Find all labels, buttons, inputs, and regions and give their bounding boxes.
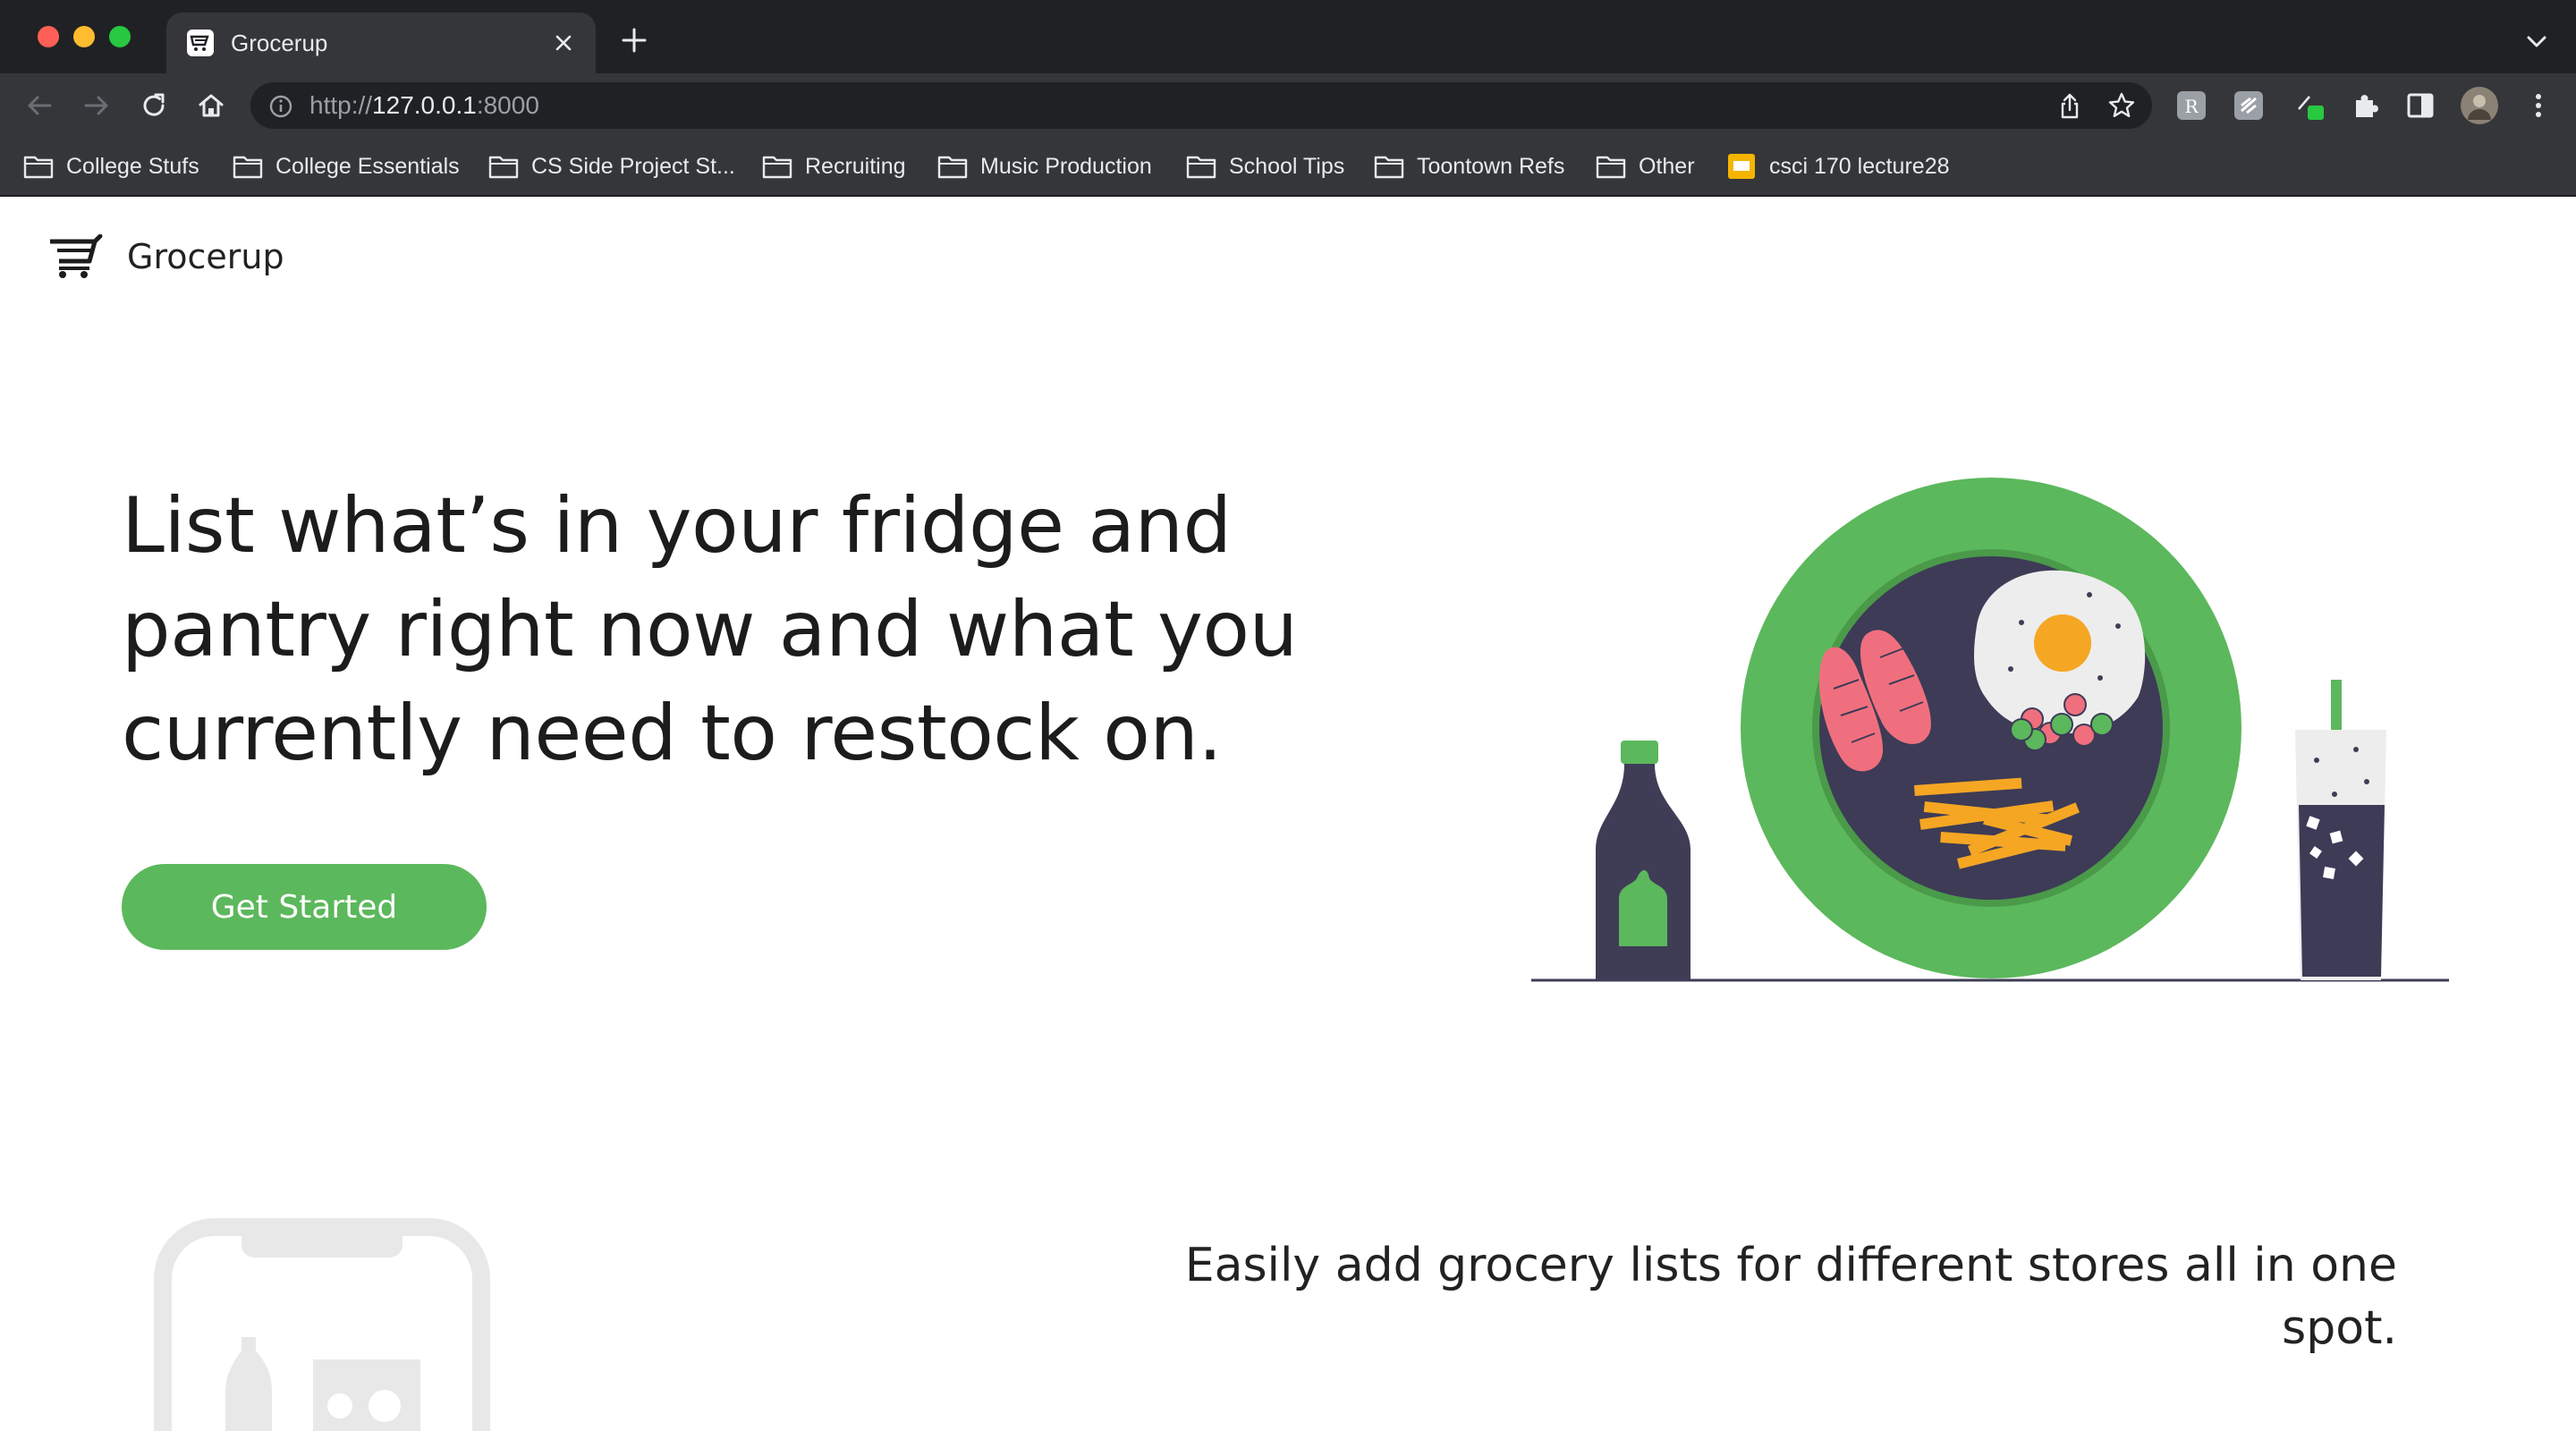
close-window-button[interactable] <box>38 26 59 47</box>
address-bar[interactable]: http://127.0.0.1:8000 <box>250 82 2152 129</box>
forward-arrow-icon[interactable] <box>80 89 113 122</box>
extension-r-icon[interactable]: R <box>2175 89 2207 122</box>
browser-window: Grocerup http://127.0.0.1:8000 R College… <box>0 0 2576 1431</box>
chevron-down-icon[interactable] <box>2524 30 2549 52</box>
url-text[interactable]: http://127.0.0.1:8000 <box>309 89 539 122</box>
new-tab-icon[interactable] <box>619 25 649 55</box>
close-tab-icon[interactable] <box>551 30 576 55</box>
folder-icon <box>1596 156 1626 179</box>
bookmark-label: College Essentials <box>275 153 460 179</box>
hero-headline: List what’s in your fridge and pantry ri… <box>122 481 1298 778</box>
url-port: :8000 <box>476 91 539 119</box>
bookmark-label: Music Production <box>980 153 1152 179</box>
breakfast-plate-illustration <box>1531 478 2449 982</box>
folder-icon <box>937 156 968 179</box>
bookmark-recruiting[interactable]: Recruiting <box>762 148 906 184</box>
svg-text:R: R <box>2184 96 2199 117</box>
bookmark-label: College Stufs <box>66 153 199 179</box>
tab-strip: Grocerup <box>0 0 2576 73</box>
share-icon[interactable] <box>2057 93 2082 120</box>
folder-icon <box>488 156 519 179</box>
side-panel-icon[interactable] <box>2404 89 2436 122</box>
bookmark-star-icon[interactable] <box>2107 91 2136 120</box>
reload-icon[interactable] <box>138 89 170 122</box>
bookmark-cs-side-project[interactable]: CS Side Project St... <box>488 148 735 184</box>
get-started-button[interactable]: Get Started <box>122 864 487 950</box>
folder-icon <box>762 156 792 179</box>
extension-stripe-icon[interactable] <box>2233 89 2265 122</box>
minimize-window-button[interactable] <box>73 26 95 47</box>
bookmark-school-tips[interactable]: School Tips <box>1186 148 1344 184</box>
bookmark-label: Other <box>1639 153 1695 179</box>
bookmark-label: Recruiting <box>805 153 906 179</box>
cart-favicon-icon <box>187 30 214 56</box>
back-arrow-icon[interactable] <box>23 89 55 122</box>
folder-icon <box>23 156 54 179</box>
bookmark-label: csci 170 lecture28 <box>1769 153 1950 179</box>
info-icon[interactable] <box>268 94 293 119</box>
folder-icon <box>233 156 263 179</box>
bookmarks-bar: College Stufs College Essentials CS Side… <box>0 138 2576 197</box>
tab-title: Grocerup <box>231 30 328 56</box>
bookmark-other[interactable]: Other <box>1596 148 1695 184</box>
bookmark-college-stufs[interactable]: College Stufs <box>23 148 199 184</box>
bookmark-csci-170[interactable]: csci 170 lecture28 <box>1726 148 1950 184</box>
feature-text: Easily add grocery lists for different s… <box>1184 1239 2397 1355</box>
folder-icon <box>1186 156 1216 179</box>
url-scheme: http:// <box>309 91 373 119</box>
more-menu-icon[interactable] <box>2522 89 2555 122</box>
bookmark-label: School Tips <box>1229 153 1345 179</box>
extensions-puzzle-icon[interactable] <box>2349 89 2381 122</box>
brand-name: Grocerup <box>127 237 284 276</box>
folder-icon <box>1374 156 1404 179</box>
profile-avatar[interactable] <box>2460 86 2499 125</box>
bookmark-toontown-refs[interactable]: Toontown Refs <box>1374 148 1564 184</box>
cart-logo-icon <box>50 234 103 278</box>
url-host: 127.0.0.1 <box>372 91 477 119</box>
tab-grocerup[interactable]: Grocerup <box>166 13 596 73</box>
brand-logo[interactable]: Grocerup <box>48 234 284 279</box>
home-icon[interactable] <box>195 89 227 122</box>
slides-icon <box>1728 154 1755 179</box>
extension-pen-icon[interactable] <box>2293 89 2326 122</box>
bookmark-music-production[interactable]: Music Production <box>937 148 1152 184</box>
page-content: Grocerup List what’s in your fridge and … <box>0 197 2576 1431</box>
bookmark-college-essentials[interactable]: College Essentials <box>233 148 460 184</box>
bookmark-label: Toontown Refs <box>1417 153 1565 179</box>
bookmark-label: CS Side Project St... <box>531 153 735 179</box>
phone-illustration <box>154 1218 490 1431</box>
toolbar: http://127.0.0.1:8000 R <box>0 73 2576 138</box>
maximize-window-button[interactable] <box>109 26 131 47</box>
